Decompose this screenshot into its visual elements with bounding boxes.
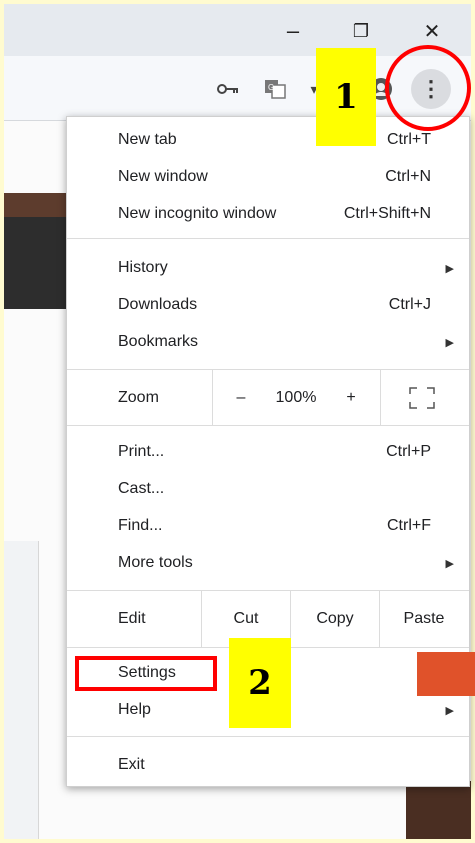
menu-label: Exit [118, 756, 145, 773]
menu-shortcut: Ctrl+T [387, 131, 431, 148]
menu-label: Cast... [118, 480, 165, 497]
zoom-level-value: 100% [275, 388, 317, 406]
key-icon[interactable] [216, 76, 240, 102]
menu-label: New tab [118, 131, 177, 148]
menu-label: Print... [118, 443, 165, 460]
menu-label: Downloads [118, 296, 198, 313]
menu-label: New window [118, 168, 208, 185]
menu-item-more-tools[interactable]: More tools ▶ [67, 546, 469, 580]
menu-shortcut: Ctrl+N [385, 168, 431, 185]
fullscreen-button[interactable] [407, 370, 437, 425]
zoom-divider [380, 370, 381, 425]
close-icon: ✕ [423, 20, 441, 43]
menu-label: New incognito window [118, 205, 277, 222]
edit-label: Edit [118, 610, 146, 627]
minimize-icon: – [286, 18, 300, 43]
restore-icon: ❐ [352, 20, 370, 41]
menu-label: Find... [118, 517, 163, 534]
menu-separator [67, 425, 469, 426]
menu-label: Bookmarks [118, 333, 199, 350]
svg-text:G: G [268, 83, 274, 92]
menu-item-bookmarks[interactable]: Bookmarks ▶ [67, 325, 469, 359]
restore-button[interactable]: ❐ [343, 16, 379, 46]
page-banner-dark [4, 217, 68, 309]
highlight-circle-menu [385, 45, 471, 131]
highlight-box-settings [75, 656, 217, 691]
copy-button[interactable]: Copy [291, 591, 379, 647]
page-brown-block [406, 781, 471, 839]
menu-item-new-window[interactable]: New window Ctrl+N [67, 160, 469, 194]
menu-item-find[interactable]: Find... Ctrl+F [67, 509, 469, 543]
menu-item-new-tab[interactable]: New tab Ctrl+T [67, 123, 469, 157]
menu-label: More tools [118, 554, 193, 571]
menu-label: History [118, 259, 168, 276]
submenu-arrow-icon: ▶ [445, 704, 454, 717]
zoom-out-button[interactable]: – [227, 370, 255, 425]
paste-button[interactable]: Paste [380, 591, 468, 647]
page-banner-brown [4, 193, 68, 217]
menu-separator [67, 238, 469, 239]
close-button[interactable]: ✕ [414, 16, 450, 46]
menu-item-exit[interactable]: Exit [67, 748, 469, 782]
menu-item-downloads[interactable]: Downloads Ctrl+J [67, 288, 469, 322]
step-badge-2: 2 [229, 638, 291, 728]
zoom-divider [212, 370, 213, 425]
menu-item-print[interactable]: Print... Ctrl+P [67, 435, 469, 469]
zoom-in-button[interactable]: + [337, 370, 365, 425]
menu-label: Help [118, 701, 151, 718]
menu-item-cast[interactable]: Cast... [67, 472, 469, 506]
title-bar: – ❐ ✕ [4, 4, 471, 56]
menu-shortcut: Ctrl+J [388, 296, 431, 313]
zoom-label: Zoom [118, 388, 159, 406]
fullscreen-icon [409, 386, 435, 409]
submenu-arrow-icon: ▶ [445, 336, 454, 349]
page-orange-button [417, 652, 475, 696]
submenu-arrow-icon: ▶ [445, 557, 454, 570]
zoom-row: Zoom – 100% + [67, 370, 469, 425]
page-side-panel [4, 541, 39, 839]
menu-separator [67, 736, 469, 737]
translate-icon[interactable]: G [263, 76, 287, 102]
menu-shortcut: Ctrl+Shift+N [343, 205, 431, 222]
menu-item-new-incognito-window[interactable]: New incognito window Ctrl+Shift+N [67, 197, 469, 231]
menu-shortcut: Ctrl+F [387, 517, 431, 534]
menu-shortcut: Ctrl+P [386, 443, 431, 460]
menu-item-history[interactable]: History ▶ [67, 251, 469, 285]
minimize-button[interactable]: – [275, 16, 311, 46]
submenu-arrow-icon: ▶ [445, 262, 454, 275]
step-badge-1: 1 [316, 48, 376, 146]
